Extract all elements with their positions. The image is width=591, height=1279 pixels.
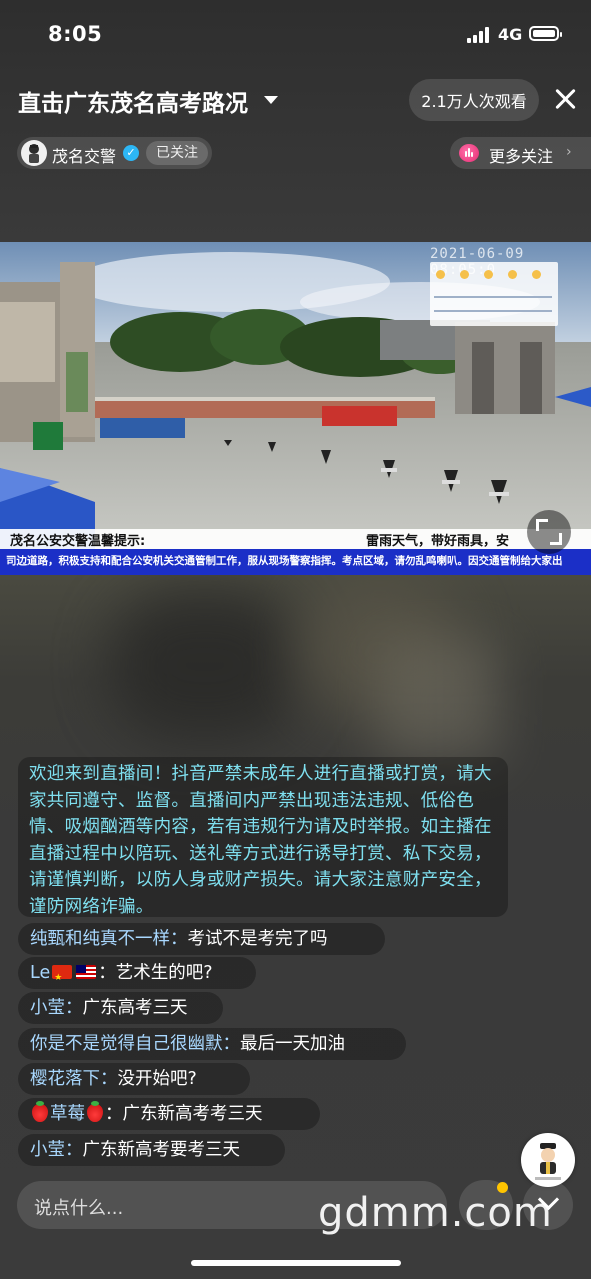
host-mascot-button[interactable] xyxy=(521,1133,575,1187)
weather-panel xyxy=(430,262,558,326)
room-title[interactable]: 直击广东茂名高考路况 xyxy=(18,84,248,118)
fullscreen-icon[interactable] xyxy=(527,510,571,554)
chat-text: 没开始吧? xyxy=(117,1069,197,1089)
network-label: 4G xyxy=(498,25,523,44)
watermark: gdmm.com xyxy=(318,1190,553,1236)
status-time: 8:05 xyxy=(48,22,103,46)
chat-message[interactable]: Le ：艺术生的吧? xyxy=(30,957,213,994)
chat-username[interactable]: 纯甄和纯真不一样： xyxy=(30,929,188,949)
chat-text: ：艺术生的吧? xyxy=(98,963,213,983)
chat-username[interactable]: 小莹： xyxy=(30,1140,83,1160)
chat-text: 广东新高考要考三天 xyxy=(82,1140,241,1160)
chat-username[interactable]: Le xyxy=(30,963,50,983)
chat-username[interactable]: 你是不是觉得自己很幽默： xyxy=(30,1034,240,1054)
chat-message[interactable]: 纯甄和纯真不一样：考试不是考完了吗 xyxy=(30,923,328,955)
background-blur-shape xyxy=(380,640,500,760)
home-indicator[interactable] xyxy=(191,1260,401,1266)
live-bars-icon xyxy=(459,144,479,162)
verified-badge-icon: ✓ xyxy=(123,145,139,161)
viewer-count[interactable]: 2.1万人次观看 xyxy=(409,79,539,121)
china-flag-icon xyxy=(52,962,73,994)
chevron-right-icon: › xyxy=(566,144,572,160)
chat-text: 最后一天加油 xyxy=(240,1034,345,1054)
strawberry-icon xyxy=(87,1101,103,1122)
more-follow-label[interactable]: 更多关注 xyxy=(489,143,553,167)
chat-username[interactable]: 小莹： xyxy=(30,998,83,1018)
chat-message[interactable]: 草莓 ：广东新高考考三天 xyxy=(30,1098,263,1130)
chat-message[interactable]: 樱花落下：没开始吧? xyxy=(30,1063,197,1095)
chat-text: 广东高考三天 xyxy=(82,998,188,1018)
signal-icon xyxy=(467,27,489,43)
close-icon[interactable] xyxy=(549,83,581,115)
ticker-text: 司边道路，积极支持和配合公安机关交通管制工作，服从现场警察指挥。考点区域，请勿乱… xyxy=(6,555,563,567)
comment-placeholder[interactable]: 说点什么... xyxy=(34,1194,123,1220)
chat-message[interactable]: 小莹：广东新高考要考三天 xyxy=(30,1134,240,1166)
battery-icon xyxy=(529,26,562,41)
chat-message[interactable]: 你是不是觉得自己很幽默：最后一天加油 xyxy=(30,1028,345,1060)
caret-down-icon[interactable] xyxy=(264,96,278,104)
chat-message[interactable]: 小莹：广东高考三天 xyxy=(30,992,188,1024)
chat-text: ：广东新高考考三天 xyxy=(105,1104,263,1124)
follow-status-button[interactable]: 已关注 xyxy=(146,141,208,165)
malaysia-flag-icon xyxy=(76,965,97,979)
avatar[interactable] xyxy=(21,140,47,166)
system-welcome-message: 欢迎来到直播间！抖音严禁未成年人进行直播或打赏，请大家共同遵守、监督。直播间内严… xyxy=(29,764,492,917)
chat-username[interactable]: 草莓 xyxy=(50,1104,85,1124)
notice-title: 茂名公安交警温馨提示: xyxy=(10,534,146,549)
background-blur-shape xyxy=(110,590,300,740)
live-room-screen: 8:05 4G 直击广东茂名高考路况 2.1万人次观看 茂名交警 ✓ 已关注 更… xyxy=(0,0,591,1279)
notice-weather: 雷雨天气，带好雨具，安 xyxy=(366,534,510,549)
strawberry-icon xyxy=(32,1101,48,1122)
chat-text: 考试不是考完了吗 xyxy=(187,929,328,949)
chat-username[interactable]: 樱花落下： xyxy=(30,1069,118,1089)
host-name[interactable]: 茂名交警 xyxy=(52,143,116,167)
